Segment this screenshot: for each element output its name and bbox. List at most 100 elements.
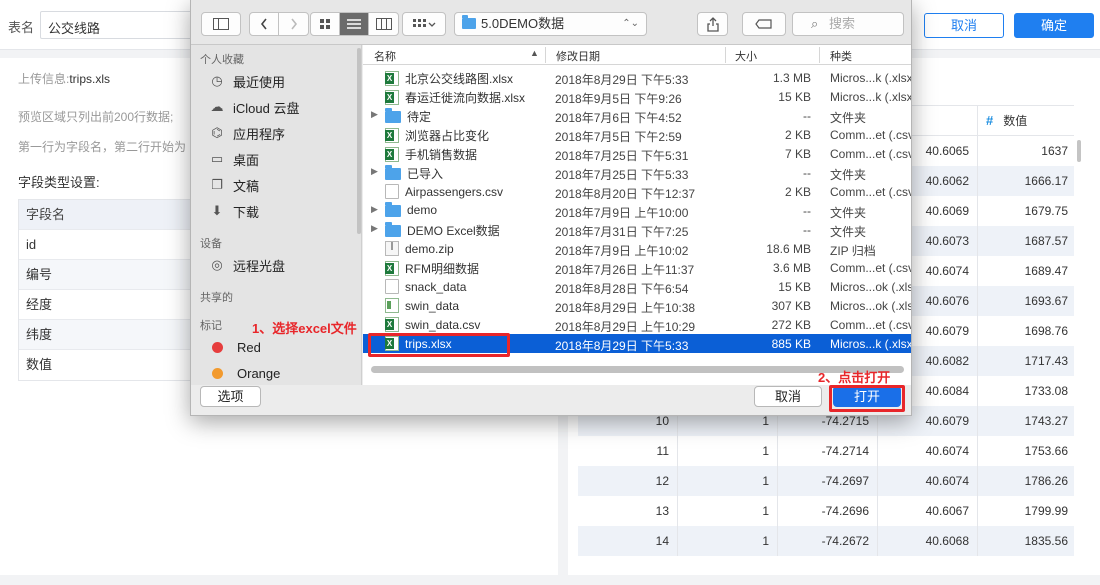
- clock-icon: ◷: [211, 73, 223, 88]
- file-row[interactable]: 浏览器占比变化 2018年7月5日 下午2:59 2 KB Comm...et (.c…: [363, 125, 911, 144]
- number-type-icon: #: [986, 113, 994, 128]
- file-row[interactable]: swin_data 2018年8月29日 上午10:38 307 KB Micros.…: [363, 296, 911, 315]
- sidebar-item-favorite[interactable]: ❐ 文稿: [208, 175, 259, 195]
- back-button[interactable]: [250, 13, 279, 35]
- tag-icon: [755, 19, 772, 29]
- sidebar-scrollbar[interactable]: [357, 48, 361, 234]
- preview-cell: 40.6074: [878, 436, 978, 466]
- annotation-step1: 1、选择excel文件: [252, 321, 357, 336]
- preview-cell: 1: [678, 496, 778, 526]
- folder-row[interactable]: ▶ DEMO Excel数据 2018年7月31日 下午7:25 -- 文件夹: [363, 220, 911, 239]
- file-size: --: [803, 204, 811, 218]
- file-date: 2018年8月28日 下午6:54: [555, 282, 689, 296]
- view-mode-group: [310, 12, 399, 36]
- preview-row: 11 1 -74.2714 40.6074 1753.66: [578, 436, 1074, 466]
- annotation-highlight-open: [829, 385, 905, 412]
- file-row[interactable]: snack_data 2018年8月28日 下午6:54 15 KB Micros..…: [363, 277, 911, 296]
- file-size: 7 KB: [784, 147, 811, 161]
- column-view-button[interactable]: [369, 13, 398, 35]
- file-row[interactable]: 手机销售数据 2018年7月25日 下午5:31 7 KB Comm...et (.c…: [363, 144, 911, 163]
- file-kind: 文件夹: [830, 206, 867, 220]
- sidebar-item-label: Orange: [237, 365, 281, 381]
- file-icon: [385, 261, 399, 276]
- file-date: 2018年8月29日 下午5:33: [555, 73, 689, 87]
- file-row[interactable]: 北京公交线路图.xlsx 2018年8月29日 下午5:33 1.3 MB Micro…: [363, 68, 911, 87]
- disclosure-triangle-icon[interactable]: ▶: [371, 109, 378, 120]
- preview-scrollbar[interactable]: [1077, 140, 1081, 162]
- file-kind: Micros...k (.xlsx): [830, 71, 911, 85]
- arrange-button[interactable]: [402, 12, 446, 36]
- icon-view-button[interactable]: [311, 13, 340, 35]
- grid-icon: [320, 19, 330, 29]
- column-name[interactable]: 名称: [374, 48, 396, 64]
- cloud-icon: ☁: [210, 99, 224, 114]
- column-date[interactable]: 修改日期: [556, 48, 600, 64]
- file-name-text: swin_data.csv: [405, 317, 481, 332]
- sidebar-item-favorite[interactable]: ▭ 桌面: [208, 149, 259, 169]
- sidebar-item-favorite[interactable]: ⬇ 下载: [208, 201, 259, 221]
- disclosure-triangle-icon[interactable]: ▶: [371, 223, 378, 234]
- folder-row[interactable]: ▶ 待定 2018年7月6日 下午4:52 -- 文件夹: [363, 106, 911, 125]
- file-size: --: [803, 223, 811, 237]
- sidebar-item-favorite[interactable]: ◷ 最近使用: [208, 71, 285, 91]
- field-type-title: 字段类型设置:: [18, 175, 100, 190]
- table-name-input[interactable]: 公交线路: [40, 11, 200, 39]
- file-name: 已导入: [385, 165, 443, 182]
- sidebar-item-favorite[interactable]: ☁ iCloud 云盘: [208, 97, 300, 117]
- file-name: 手机销售数据: [385, 146, 477, 163]
- preview-cell: 1: [678, 526, 778, 556]
- sidebar-item-label: 应用程序: [233, 126, 286, 142]
- file-row[interactable]: 春运迁徙流向数据.xlsx 2018年9月5日 下午9:26 15 KB Micros…: [363, 87, 911, 106]
- folder-row[interactable]: ▶ demo 2018年7月9日 上午10:00 -- 文件夹: [363, 201, 911, 220]
- preview-cell: -74.2714: [778, 436, 878, 466]
- preview-row: 13 1 -74.2696 40.6067 1799.99: [578, 496, 1074, 526]
- file-name: demo: [385, 201, 437, 217]
- folder-row[interactable]: ▶ 已导入 2018年7月25日 下午5:33 -- 文件夹: [363, 163, 911, 182]
- sidebar-item-tag[interactable]: Orange: [208, 363, 280, 383]
- sidebar-item-tag[interactable]: Red: [208, 337, 261, 357]
- preview-note: 预览区域只列出前200行数据;: [18, 110, 174, 124]
- file-date: 2018年7月25日 下午5:31: [555, 149, 689, 163]
- disclosure-triangle-icon[interactable]: ▶: [371, 204, 378, 215]
- file-kind: Micros...ok (.xlsx): [830, 299, 911, 313]
- preview-cell: 11: [578, 436, 678, 466]
- column-size[interactable]: 大小: [735, 48, 757, 64]
- file-name: 浏览器占比变化: [385, 127, 489, 144]
- page-confirm-button[interactable]: 确定: [1014, 13, 1094, 38]
- column-kind[interactable]: 种类: [830, 48, 852, 64]
- dialog-cancel-button[interactable]: 取消: [754, 386, 822, 407]
- current-folder-popup[interactable]: 5.0DEMO数据 ⌃⌄: [454, 12, 647, 36]
- sidebar-item-label: 最近使用: [233, 74, 286, 90]
- sidebar-toggle-button[interactable]: [201, 12, 241, 36]
- forward-button[interactable]: [279, 13, 308, 35]
- sidebar-item-favorite[interactable]: ⌬ 应用程序: [208, 123, 285, 143]
- file-row[interactable]: swin_data.csv 2018年8月29日 上午10:29 272 KB Com…: [363, 315, 911, 334]
- file-icon: [385, 184, 399, 199]
- file-kind: Comm...et (.csv): [830, 147, 911, 161]
- options-button[interactable]: 选项: [200, 386, 261, 407]
- arrange-icon: [413, 19, 436, 27]
- file-row[interactable]: RFM明细数据 2018年7月26日 上午11:37 3.6 MB Comm...et…: [363, 258, 911, 277]
- page-cancel-button[interactable]: 取消: [924, 13, 1004, 38]
- file-name-text: demo.zip: [405, 241, 454, 256]
- file-date: 2018年7月25日 下午5:33: [555, 168, 689, 182]
- sidebar-item-label: Red: [237, 339, 261, 355]
- preview-cell: 1799.99: [1024, 504, 1068, 518]
- file-kind: 文件夹: [830, 225, 867, 239]
- file-row[interactable]: demo.zip 2018年7月9日 上午10:02 18.6 MB ZIP 归档: [363, 239, 911, 258]
- preview-row: 14 1 -74.2672 40.6068 1835.56: [578, 526, 1074, 556]
- list-view-button[interactable]: [340, 13, 369, 35]
- tag-button[interactable]: [742, 12, 786, 36]
- share-button[interactable]: [697, 12, 728, 36]
- preview-cell: 1733.08: [1024, 384, 1068, 398]
- preview-cell: 1637: [1041, 144, 1068, 158]
- disclosure-triangle-icon[interactable]: ▶: [371, 166, 378, 177]
- file-row[interactable]: Airpassengers.csv 2018年8月20日 下午12:37 2 KB C…: [363, 182, 911, 201]
- sidebar-item-device[interactable]: ◎ 远程光盘: [208, 255, 285, 275]
- dialog-footer: 选项 取消 打开: [191, 385, 911, 415]
- file-size: 15 KB: [778, 280, 811, 294]
- search-field[interactable]: ⌕ 搜索: [792, 12, 904, 36]
- preview-cell: 1786.26: [1024, 474, 1068, 488]
- file-size: 2 KB: [784, 185, 811, 199]
- tag-color-dot: [212, 341, 223, 353]
